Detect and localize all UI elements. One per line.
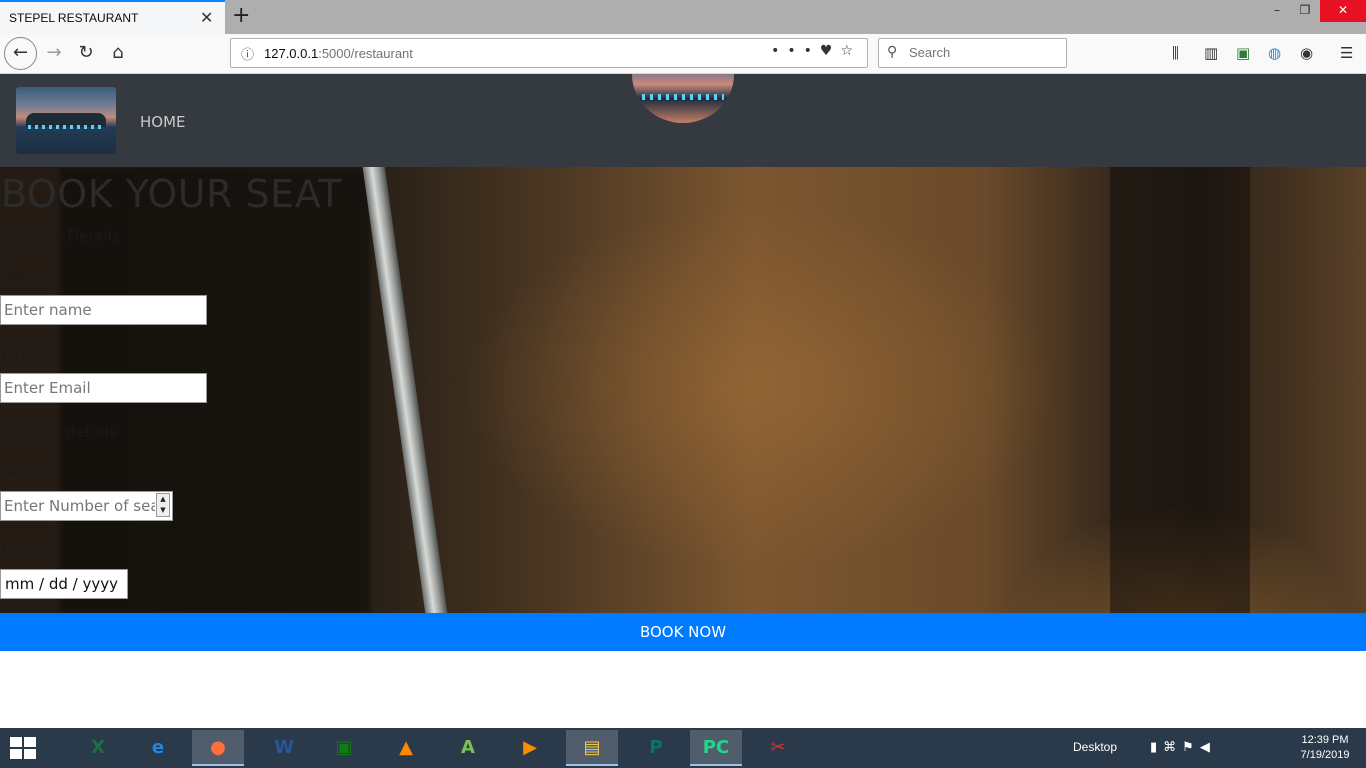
taskbar-word-icon[interactable]: W xyxy=(258,730,310,766)
date-input[interactable]: mm / dd / yyyy xyxy=(0,569,128,599)
bookmark-star-icon[interactable]: ☆ xyxy=(840,43,861,59)
center-logo xyxy=(632,74,734,123)
browser-tab-bar: STEPEL RESTAURANT ✕ + – ❐ ✕ xyxy=(0,0,1366,34)
nav-home-link[interactable]: HOME xyxy=(140,113,186,131)
forward-arrow-icon[interactable]: → xyxy=(38,38,70,70)
taskbar-android-studio-icon[interactable]: A xyxy=(442,730,494,766)
tab-title: STEPEL RESTAURANT xyxy=(9,11,139,25)
reload-icon[interactable]: ↻ xyxy=(70,38,102,70)
tab-close-icon[interactable]: ✕ xyxy=(200,8,213,27)
taskbar-vlc-icon[interactable]: ▲ xyxy=(380,730,432,766)
site-navbar: HOME xyxy=(0,74,1366,167)
extension-icon[interactable]: ◍ xyxy=(1268,44,1281,62)
seats-input[interactable] xyxy=(1,492,155,520)
url-path: :5000/restaurant xyxy=(318,46,413,61)
taskbar-pycharm-icon[interactable]: PC xyxy=(690,730,742,766)
info-icon[interactable]: ⓘ xyxy=(241,44,254,63)
taskbar-excel-icon[interactable]: X xyxy=(72,730,124,766)
page-actions: •••♥☆ xyxy=(771,43,861,59)
taskbar-firefox-icon[interactable]: ● xyxy=(192,730,244,766)
taskbar-file-explorer-icon[interactable]: ▤ xyxy=(566,730,618,766)
logo-lights xyxy=(28,125,104,129)
pocket-icon[interactable]: ♥ xyxy=(820,43,841,59)
email-label: Email: xyxy=(1,345,48,363)
name-label: Name: xyxy=(1,267,51,285)
security-section-label: Security Details xyxy=(1,227,120,245)
table-label: Table: xyxy=(1,463,45,481)
hero-background-column xyxy=(1110,167,1250,613)
taskbar-snipping-tool-icon[interactable]: ✂ xyxy=(752,730,804,766)
clock-time: 12:39 PM xyxy=(1301,734,1349,746)
name-input[interactable] xyxy=(0,295,207,325)
new-tab-button[interactable]: + xyxy=(232,3,250,28)
taskbar-store-icon[interactable]: ▣ xyxy=(318,730,370,766)
battery-icon[interactable]: ▮ xyxy=(1150,740,1163,755)
back-arrow-icon[interactable]: ← xyxy=(4,37,37,70)
address-bar[interactable]: ⓘ 127.0.0.1:5000/restaurant •••♥☆ xyxy=(230,38,868,68)
booking-hero: BOOK YOUR SEAT Security Details Name: Em… xyxy=(0,167,1366,613)
email-input[interactable] xyxy=(0,373,207,403)
date-input-text: mm / dd / yyyy xyxy=(5,575,118,593)
taskbar-media-player-icon[interactable]: ▶ xyxy=(504,730,556,766)
network-icon[interactable]: ⌘ xyxy=(1163,740,1182,755)
flag-icon[interactable]: ⚑ xyxy=(1182,740,1200,755)
close-window-button[interactable]: ✕ xyxy=(1320,0,1366,22)
seats-input-wrapper[interactable]: ▲▼ xyxy=(0,491,173,521)
screenshot-icon[interactable]: ▣ xyxy=(1236,44,1250,62)
minimize-button[interactable]: – xyxy=(1262,0,1292,22)
restaurant-logo[interactable] xyxy=(16,87,116,154)
taskbar-publisher-icon[interactable]: P xyxy=(630,730,682,766)
search-box[interactable]: ⚲ xyxy=(878,38,1067,68)
search-input[interactable] xyxy=(909,45,1059,60)
windows-taskbar: Xe ● W ▣ ▲ A ▶ ▤ P PC ✂ Desktop ▮⌘⚑◀ 12:39 PM 7/19… xyxy=(0,728,1366,768)
date-label: Date: xyxy=(1,541,42,559)
restore-button[interactable]: ❐ xyxy=(1290,0,1320,22)
volume-icon[interactable]: ◀ xyxy=(1200,740,1216,755)
sidebar-icon[interactable]: ▥ xyxy=(1204,44,1218,62)
url-host: 127.0.0.1 xyxy=(264,46,319,61)
home-icon[interactable]: ⌂ xyxy=(102,38,134,70)
browser-tab[interactable]: STEPEL RESTAURANT ✕ xyxy=(0,0,225,34)
booking-section-label: Booking details xyxy=(1,423,117,441)
clock-date: 7/19/2019 xyxy=(1300,749,1350,761)
seats-spinner[interactable]: ▲ ▼ xyxy=(156,493,170,517)
windows-start-icon[interactable] xyxy=(10,737,38,761)
taskbar-internet-explorer-icon[interactable]: e xyxy=(132,730,184,766)
url-text[interactable]: 127.0.0.1:5000/restaurant xyxy=(264,46,413,61)
browser-toolbar: ← → ↻ ⌂ ⓘ 127.0.0.1:5000/restaurant •••♥… xyxy=(0,34,1366,74)
page-title: BOOK YOUR SEAT xyxy=(1,172,342,216)
menu-icon[interactable]: ☰ xyxy=(1340,44,1353,62)
system-tray: ▮⌘⚑◀ xyxy=(1150,740,1216,755)
page-actions-menu-icon[interactable]: ••• xyxy=(771,43,820,59)
book-now-button[interactable]: BOOK NOW xyxy=(0,613,1366,651)
hero-background-pole xyxy=(361,167,451,613)
center-logo-lights xyxy=(642,94,724,100)
search-icon: ⚲ xyxy=(887,44,898,60)
taskbar-clock[interactable]: 12:39 PM 7/19/2019 xyxy=(1290,733,1360,763)
desktop-toolbar-label[interactable]: Desktop xyxy=(1073,740,1117,754)
account-icon[interactable]: ◉ xyxy=(1300,44,1313,62)
library-icon[interactable]: ⫼ xyxy=(1172,44,1179,62)
